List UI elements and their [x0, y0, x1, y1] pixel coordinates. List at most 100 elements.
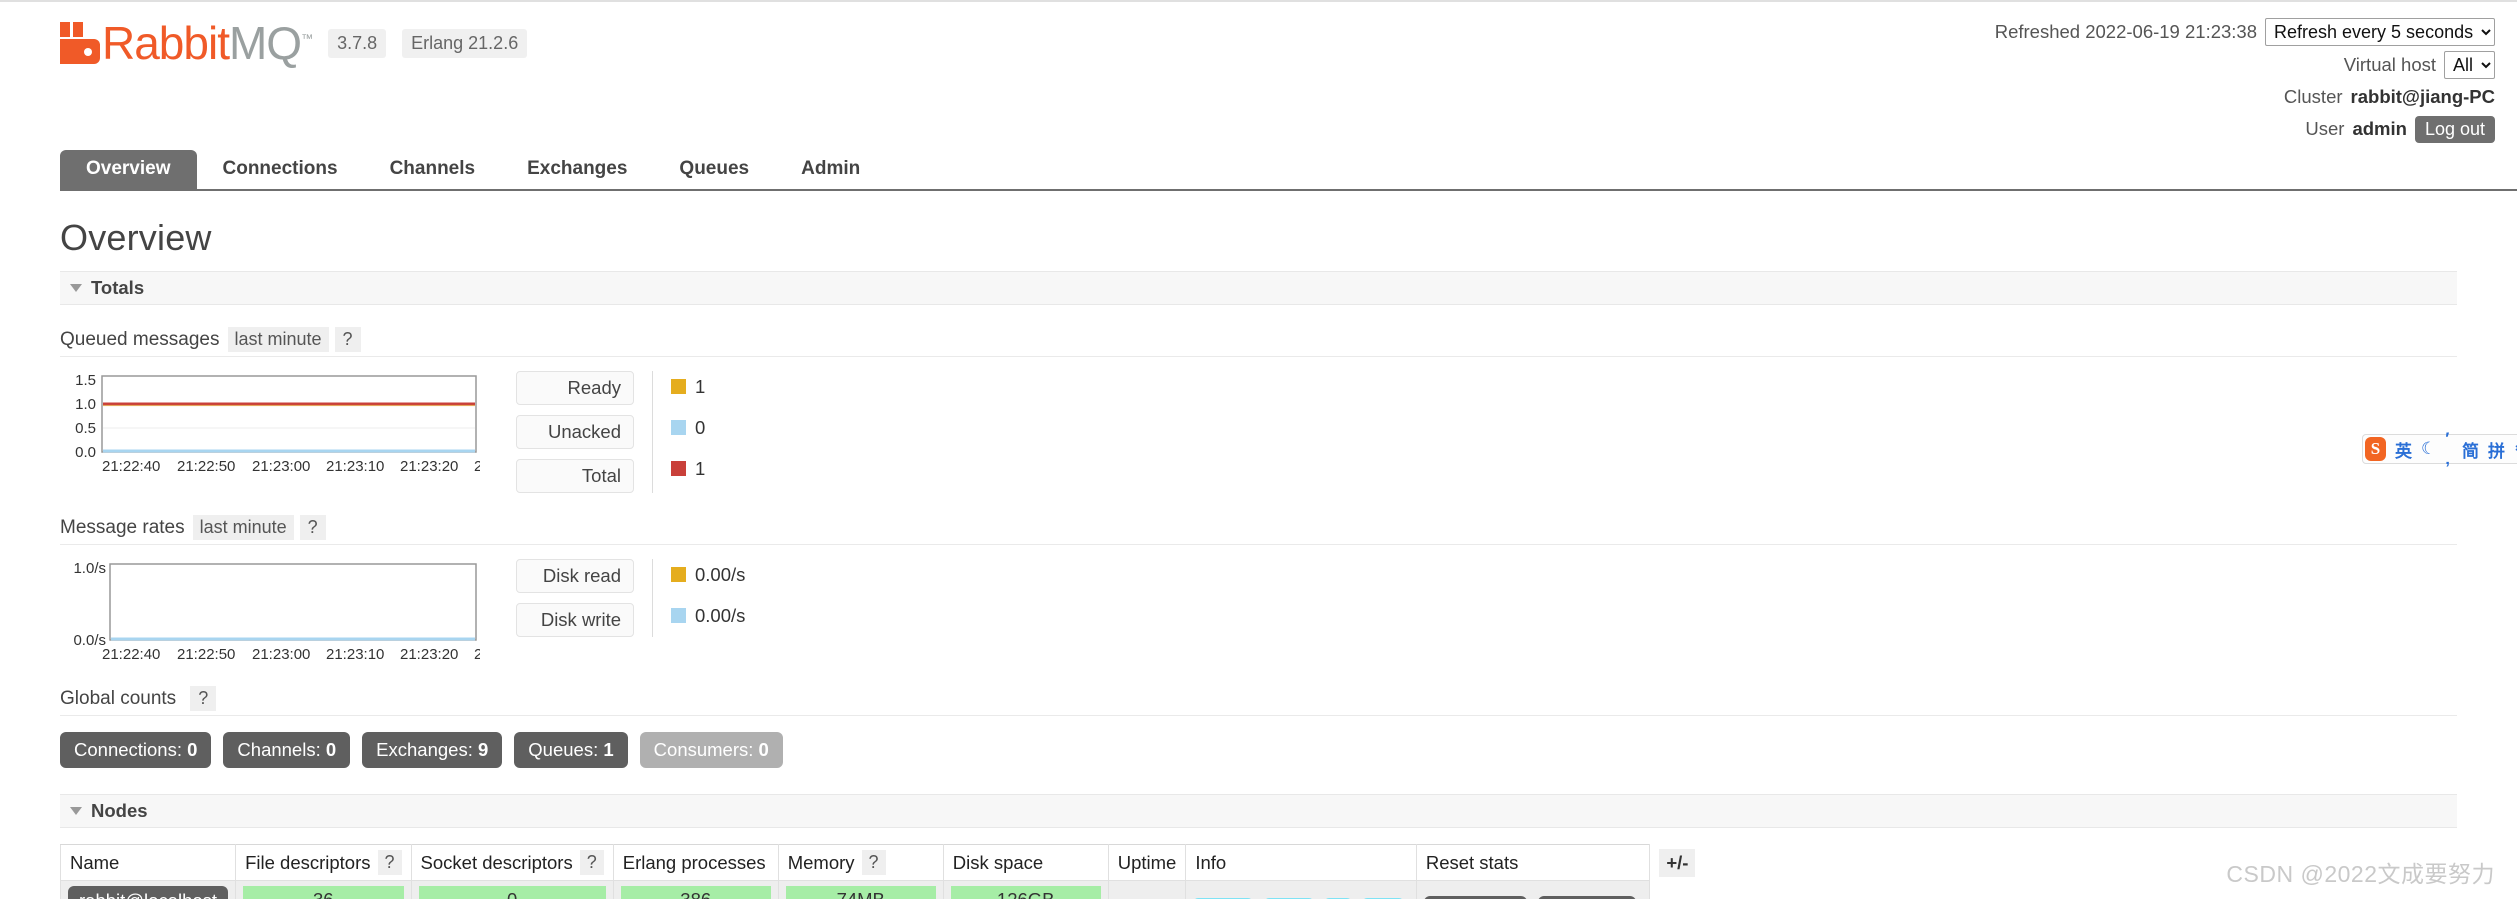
legend-value-disk-write-text: 0.00/s — [695, 604, 746, 626]
queued-period-chip[interactable]: last minute — [227, 327, 329, 352]
queued-messages-title: Queued messages — [60, 328, 220, 350]
erlang-processes-value: 386 — [620, 886, 771, 899]
tab-exchanges[interactable]: Exchanges — [501, 150, 653, 189]
cell-erlang-processes: 386 1048576 available — [612, 880, 779, 899]
svg-text:21:23:10: 21:23:10 — [326, 458, 384, 475]
col-name-label: Name — [70, 851, 120, 873]
nodes-table-head: Name File descriptors ? Socket descripto… — [59, 844, 1705, 881]
cluster-label: Cluster — [2283, 86, 2343, 107]
col-uptime-label: Uptime — [1117, 851, 1177, 873]
user-row: User admin Log out — [1995, 115, 2495, 143]
section-header-totals[interactable]: Totals — [60, 271, 2457, 305]
svg-text:21:23:00: 21:23:00 — [252, 646, 310, 663]
swatch-ready-icon — [671, 379, 686, 394]
swatch-unacked-icon — [671, 420, 686, 435]
vhost-select[interactable]: All — [2444, 51, 2495, 79]
col-disk-space-label: Disk space — [952, 851, 1044, 873]
rabbitmq-wordmark: RabbitMQ™ — [102, 17, 313, 69]
legend-button-total[interactable]: Total — [516, 459, 634, 493]
nav-tab-list: Overview Connections Channels Exchanges … — [60, 150, 886, 189]
tab-overview[interactable]: Overview — [60, 150, 197, 189]
cell-node-name: rabbit@localhost — [59, 880, 237, 899]
svg-text:21:23:10: 21:23:10 — [326, 646, 384, 663]
tab-channels[interactable]: Channels — [364, 150, 502, 189]
col-plus-minus: +/- — [1649, 844, 1705, 881]
col-file-descriptors: File descriptors ? — [235, 844, 412, 881]
col-socket-descriptors: Socket descriptors ? — [410, 844, 614, 881]
file-descriptors-help-icon[interactable]: ? — [377, 850, 402, 875]
nodes-table: Name File descriptors ? Socket descripto… — [59, 844, 1705, 899]
tab-queues[interactable]: Queues — [653, 150, 775, 189]
erlang-version-badge: Erlang 21.2.6 — [402, 28, 528, 58]
count-badge-exchanges[interactable]: Exchanges: 9 — [362, 732, 503, 768]
queued-legend-buttons: Ready Unacked Total — [516, 371, 634, 493]
node-name-link[interactable]: rabbit@localhost — [68, 886, 229, 899]
refresh-interval-select[interactable]: Refresh every 5 seconds — [2265, 18, 2495, 46]
count-badge-consumers[interactable]: Consumers: 0 — [639, 732, 783, 768]
wordmark-rabbit: Rabbit — [102, 17, 230, 69]
rabbitmq-logo[interactable]: RabbitMQ™ — [60, 17, 313, 69]
legend-button-disk-write[interactable]: Disk write — [516, 603, 634, 637]
ime-simplified-toggle[interactable]: 简 — [2462, 437, 2479, 462]
cluster-row: Cluster rabbit@jiang-PC — [1995, 84, 2495, 111]
rates-legend-buttons: Disk read Disk write — [516, 559, 634, 637]
svg-text:21:23:20: 21:23:20 — [400, 458, 458, 475]
nodes-table-body: rabbit@localhost 36 65536 available 0 58… — [59, 880, 1705, 899]
chevron-down-icon-nodes — [70, 807, 82, 815]
nodes-header-row: Name File descriptors ? Socket descripto… — [59, 844, 1705, 881]
swatch-disk-read-icon — [671, 567, 686, 582]
cell-info: basic disc 1 rss — [1185, 880, 1417, 899]
global-counts-header: Global counts ? — [60, 686, 2457, 716]
swatch-total-icon — [671, 461, 686, 476]
column-toggle-button[interactable]: +/- — [1659, 848, 1696, 877]
legend-button-unacked[interactable]: Unacked — [516, 415, 634, 449]
wordmark-mq: MQ — [228, 17, 302, 69]
count-badge-queues[interactable]: Queues: 1 — [514, 732, 628, 768]
queued-help-icon[interactable]: ? — [334, 327, 361, 352]
count-value-queues: 1 — [603, 739, 614, 760]
ime-floating-toolbar[interactable]: S 英 ☾ ′‚ 简 拼 ⚙ — [2362, 429, 2517, 468]
refresh-row: Refreshed 2022-06-19 21:23:38 Refresh ev… — [1995, 18, 2495, 46]
cluster-value: rabbit@jiang-PC — [2350, 86, 2495, 107]
svg-text:1.0/s: 1.0/s — [73, 560, 106, 577]
count-value-channels: 0 — [325, 739, 337, 760]
legend-value-total-text: 1 — [695, 457, 706, 479]
rates-help-icon[interactable]: ? — [299, 515, 326, 540]
ime-language-toggle[interactable]: 英 — [2395, 437, 2412, 462]
cell-reset-stats: This node All nodes — [1415, 880, 1651, 899]
legend-value-disk-read: 0.00/s — [671, 559, 745, 590]
ime-punctuation-icon[interactable]: ′‚ — [2445, 429, 2453, 469]
col-name: Name — [59, 844, 237, 881]
cell-uptime: 1h 6m — [1107, 880, 1187, 899]
queued-messages-legend: Ready Unacked Total 1 0 1 — [516, 371, 705, 493]
col-disk-space: Disk space — [942, 844, 1109, 881]
file-descriptors-value: 36 — [243, 886, 404, 899]
svg-text:21:22:40: 21:22:40 — [102, 458, 160, 475]
rates-period-chip[interactable]: last minute — [192, 515, 294, 540]
memory-help-icon[interactable]: ? — [861, 850, 886, 875]
legend-button-disk-read[interactable]: Disk read — [516, 559, 634, 593]
sogou-logo-icon[interactable]: S — [2365, 437, 2387, 461]
svg-text:21:22:50: 21:22:50 — [177, 458, 235, 475]
section-header-nodes[interactable]: Nodes — [60, 794, 2457, 828]
global-counts-help-icon[interactable]: ? — [190, 686, 217, 711]
log-out-button[interactable]: Log out — [2414, 115, 2495, 143]
ime-pinyin-toggle[interactable]: 拼 — [2488, 437, 2505, 462]
legend-button-ready[interactable]: Ready — [516, 371, 634, 405]
legend-value-total: 1 — [671, 453, 705, 484]
memory-value: 74MB — [785, 886, 936, 899]
tab-admin[interactable]: Admin — [775, 150, 886, 189]
count-label-consumers: Consumers: — [653, 739, 754, 760]
socket-descriptors-help-icon[interactable]: ? — [579, 850, 604, 875]
message-rates-plot: 1.0/s 0.0/s 21:22:40 21:22:50 21:23:00 2… — [73, 560, 480, 663]
version-badge: 3.7.8 — [328, 28, 387, 58]
tab-connections[interactable]: Connections — [197, 150, 364, 189]
svg-text:0.5: 0.5 — [75, 420, 96, 437]
vhost-label: Virtual host — [2343, 53, 2436, 75]
disk-space-value: 126GB — [950, 886, 1101, 899]
count-badge-channels[interactable]: Channels: 0 — [223, 732, 351, 768]
count-badge-connections[interactable]: Connections: 0 — [60, 732, 212, 768]
cell-spacer — [1650, 881, 1705, 899]
svg-text:0.0: 0.0 — [75, 444, 96, 461]
ime-moon-icon[interactable]: ☾ — [2421, 439, 2436, 459]
